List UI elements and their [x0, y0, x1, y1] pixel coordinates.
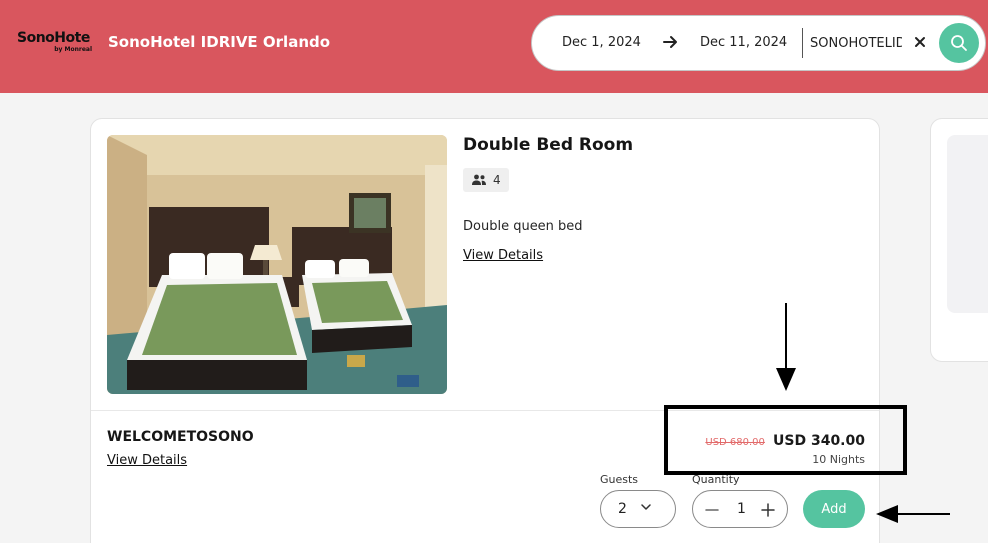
search-button[interactable]	[939, 23, 979, 63]
hotel-name: SonoHotel IDRIVE Orlando	[108, 33, 331, 51]
rate-plan-name: WELCOMETOSONO	[107, 429, 254, 445]
users-icon	[472, 174, 486, 185]
arrow-right-icon	[663, 33, 679, 51]
guests-value: 2	[618, 501, 627, 517]
logo-wordmark: SonoHote	[17, 30, 90, 46]
minus-icon[interactable]	[705, 503, 719, 517]
room-title: Double Bed Room	[463, 135, 634, 155]
chevron-down-icon	[641, 504, 651, 510]
room-card: Double Bed Room 4 Double queen bed View …	[90, 118, 880, 543]
plus-icon[interactable]	[761, 503, 775, 517]
checkin-date[interactable]: Dec 1, 2024	[562, 35, 641, 50]
guests-label: Guests	[600, 473, 639, 486]
brand-logo[interactable]: SonoHote by Monreal	[17, 31, 97, 55]
search-icon	[951, 35, 967, 51]
room-photo[interactable]	[107, 135, 447, 394]
close-icon[interactable]	[912, 34, 928, 50]
rate-view-details-link[interactable]: View Details	[107, 453, 187, 468]
search-divider	[802, 28, 803, 58]
max-guests-badge: 4	[463, 168, 509, 192]
quantity-stepper: 1	[692, 490, 788, 528]
guests-select[interactable]: 2	[600, 490, 676, 528]
checkout-date[interactable]: Dec 11, 2024	[700, 35, 787, 50]
max-guests-count: 4	[493, 173, 501, 187]
price-highlight-box	[664, 405, 907, 475]
promo-code-input[interactable]	[810, 31, 902, 55]
add-button[interactable]: Add	[803, 490, 865, 528]
bed-description: Double queen bed	[463, 219, 583, 234]
booking-summary-card	[930, 118, 988, 362]
room-view-details-link[interactable]: View Details	[463, 248, 543, 263]
top-header: SonoHote by Monreal SonoHotel IDRIVE Orl…	[0, 0, 988, 93]
quantity-value: 1	[737, 501, 746, 517]
summary-placeholder	[947, 135, 988, 313]
logo-subtitle: by Monreal	[54, 46, 92, 53]
booking-search-bar: Dec 1, 2024 Dec 11, 2024	[531, 15, 986, 71]
